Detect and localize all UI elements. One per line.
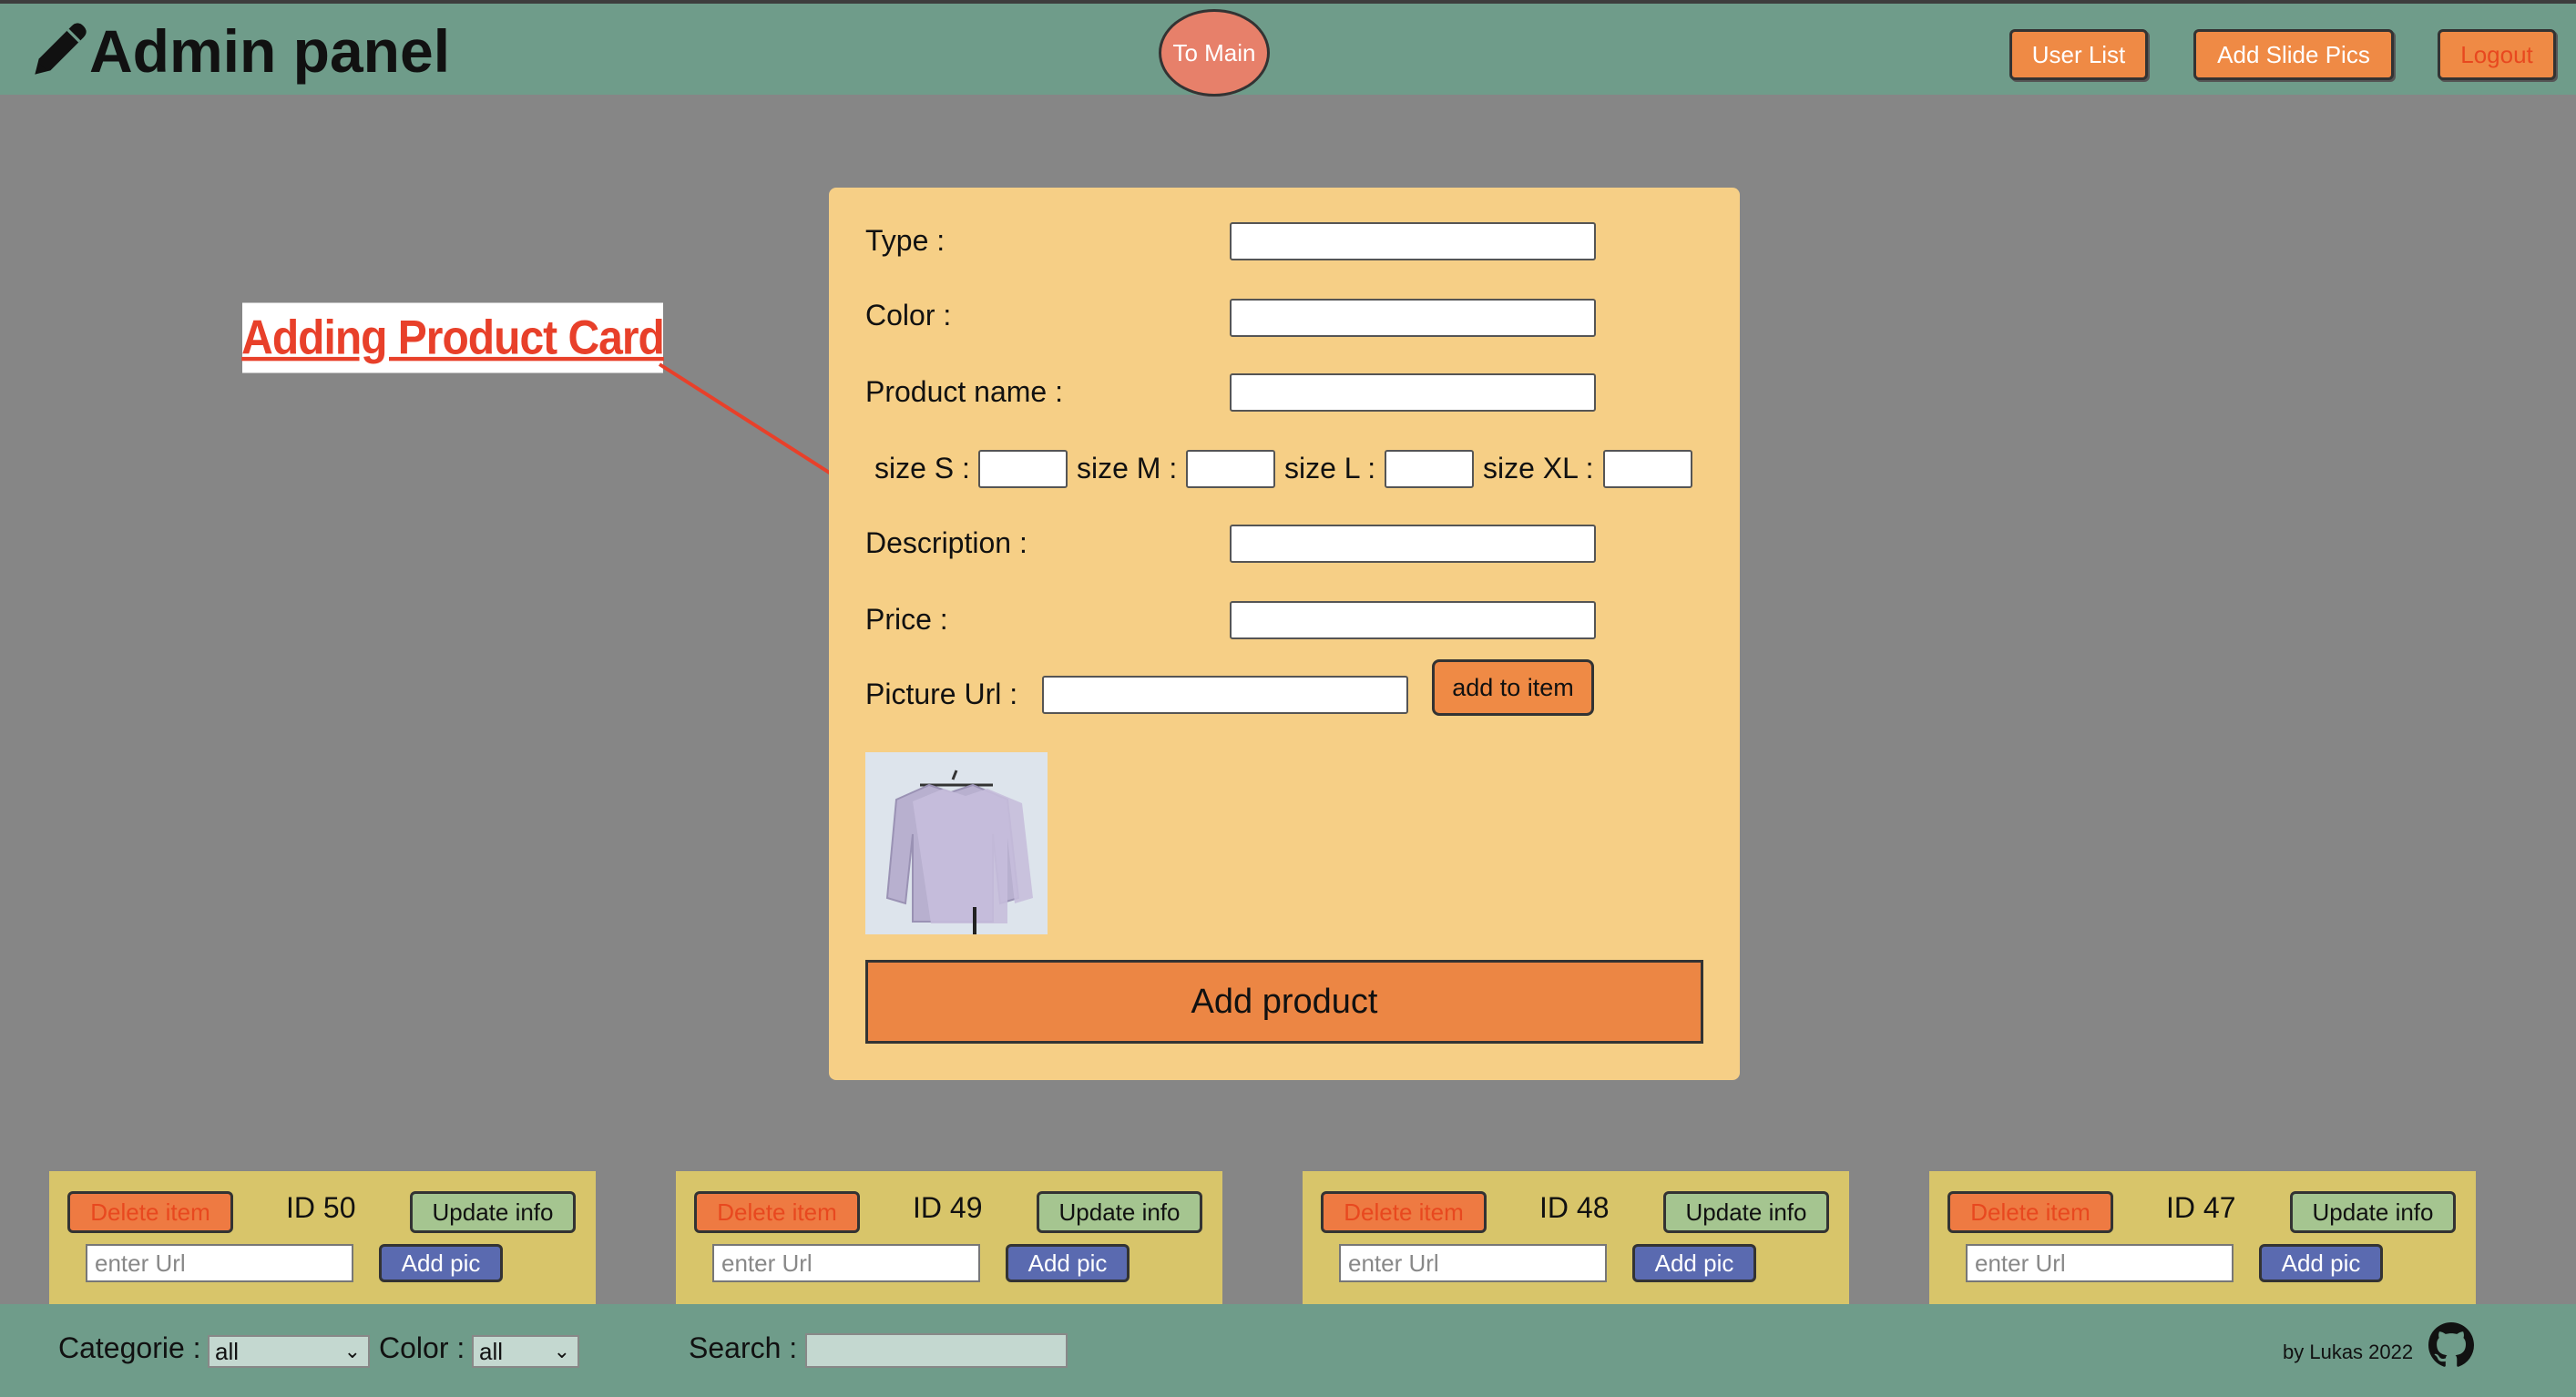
- add-pic-button[interactable]: Add pic: [379, 1244, 503, 1282]
- to-main-button[interactable]: To Main: [1159, 9, 1270, 97]
- size-m-label: size M :: [1077, 452, 1178, 484]
- update-info-button[interactable]: Update info: [2290, 1191, 2456, 1233]
- chevron-down-icon: ⌄: [343, 1340, 361, 1362]
- product-id: ID 49: [913, 1191, 983, 1224]
- delete-item-button[interactable]: Delete item: [1947, 1191, 2113, 1233]
- byline: by Lukas 2022: [2283, 1341, 2414, 1363]
- delete-item-button[interactable]: Delete item: [1321, 1191, 1487, 1233]
- product-card: Delete item ID 47 Update info enter Url …: [1929, 1171, 2476, 1308]
- categorie-select[interactable]: all ⌄: [208, 1335, 370, 1368]
- picture-url-label: Picture Url :: [865, 678, 1018, 710]
- price-label: Price :: [865, 603, 948, 636]
- annotation-label: Adding Product Card: [241, 302, 665, 373]
- color-select[interactable]: all ⌄: [472, 1335, 579, 1368]
- size-s-input[interactable]: [978, 450, 1068, 488]
- delete-item-label: Delete item: [1344, 1198, 1464, 1226]
- product-preview-image: [865, 752, 1048, 934]
- categorie-label: Categorie :: [58, 1331, 201, 1364]
- update-info-button[interactable]: Update info: [1037, 1191, 1202, 1233]
- delete-item-label: Delete item: [90, 1198, 210, 1226]
- delete-item-button[interactable]: Delete item: [694, 1191, 860, 1233]
- size-m-input[interactable]: [1186, 450, 1275, 488]
- price-input[interactable]: [1230, 601, 1596, 639]
- product-card: Delete item ID 50 Update info enter Url …: [49, 1171, 596, 1308]
- delete-item-label: Delete item: [717, 1198, 837, 1226]
- add-pic-button[interactable]: Add pic: [1632, 1244, 1756, 1282]
- url-input[interactable]: enter Url: [1966, 1244, 2234, 1282]
- chevron-down-icon: ⌄: [553, 1340, 570, 1362]
- size-l-label: size L :: [1284, 452, 1376, 484]
- footer-bar: Categorie : all ⌄ Color : all ⌄ Search :…: [0, 1304, 2576, 1397]
- add-pic-button[interactable]: Add pic: [2259, 1244, 2383, 1282]
- delete-item-label: Delete item: [1970, 1198, 2090, 1226]
- github-icon[interactable]: [2428, 1322, 2474, 1368]
- description-input[interactable]: [1230, 525, 1596, 563]
- type-input[interactable]: [1230, 222, 1596, 260]
- size-s-label: size S :: [874, 452, 970, 484]
- size-xl-input[interactable]: [1603, 450, 1692, 488]
- add-slide-pics-button[interactable]: Add Slide Pics: [2193, 29, 2394, 80]
- add-pic-button[interactable]: Add pic: [1006, 1244, 1130, 1282]
- product-name-input[interactable]: [1230, 373, 1596, 412]
- search-label: Search :: [689, 1331, 798, 1364]
- logout-button[interactable]: Logout: [2438, 29, 2556, 80]
- add-to-item-button[interactable]: add to item: [1432, 659, 1594, 716]
- product-name-label: Product name :: [865, 375, 1063, 408]
- url-input[interactable]: enter Url: [712, 1244, 980, 1282]
- size-xl-label: size XL :: [1483, 452, 1594, 484]
- categorie-value: all: [215, 1338, 240, 1365]
- header-bar: Admin panel To Main User List Add Slide …: [0, 0, 2576, 97]
- product-id: ID 50: [286, 1191, 356, 1224]
- product-id: ID 48: [1539, 1191, 1610, 1224]
- type-label: Type :: [865, 224, 946, 257]
- description-label: Description :: [865, 526, 1027, 559]
- color-input[interactable]: [1230, 299, 1596, 337]
- update-info-button[interactable]: Update info: [410, 1191, 576, 1233]
- user-list-button[interactable]: User List: [2009, 29, 2148, 80]
- add-product-button[interactable]: Add product: [865, 960, 1703, 1044]
- size-l-input[interactable]: [1385, 450, 1474, 488]
- pencil-icon: [35, 23, 87, 75]
- color-value: all: [479, 1338, 504, 1365]
- url-input[interactable]: enter Url: [86, 1244, 353, 1282]
- update-info-button[interactable]: Update info: [1663, 1191, 1829, 1233]
- color-filter-label: Color :: [379, 1331, 465, 1364]
- picture-url-input[interactable]: [1042, 676, 1408, 714]
- search-input[interactable]: [805, 1333, 1068, 1368]
- delete-item-button[interactable]: Delete item: [67, 1191, 233, 1233]
- url-input[interactable]: enter Url: [1339, 1244, 1607, 1282]
- app-title: Admin panel: [89, 17, 451, 85]
- product-id: ID 47: [2166, 1191, 2236, 1224]
- product-card: Delete item ID 49 Update info enter Url …: [676, 1171, 1222, 1308]
- product-card: Delete item ID 48 Update info enter Url …: [1303, 1171, 1849, 1308]
- color-label: Color :: [865, 299, 952, 331]
- add-product-form: Type : Color : Product name : size S : s…: [829, 188, 1740, 1080]
